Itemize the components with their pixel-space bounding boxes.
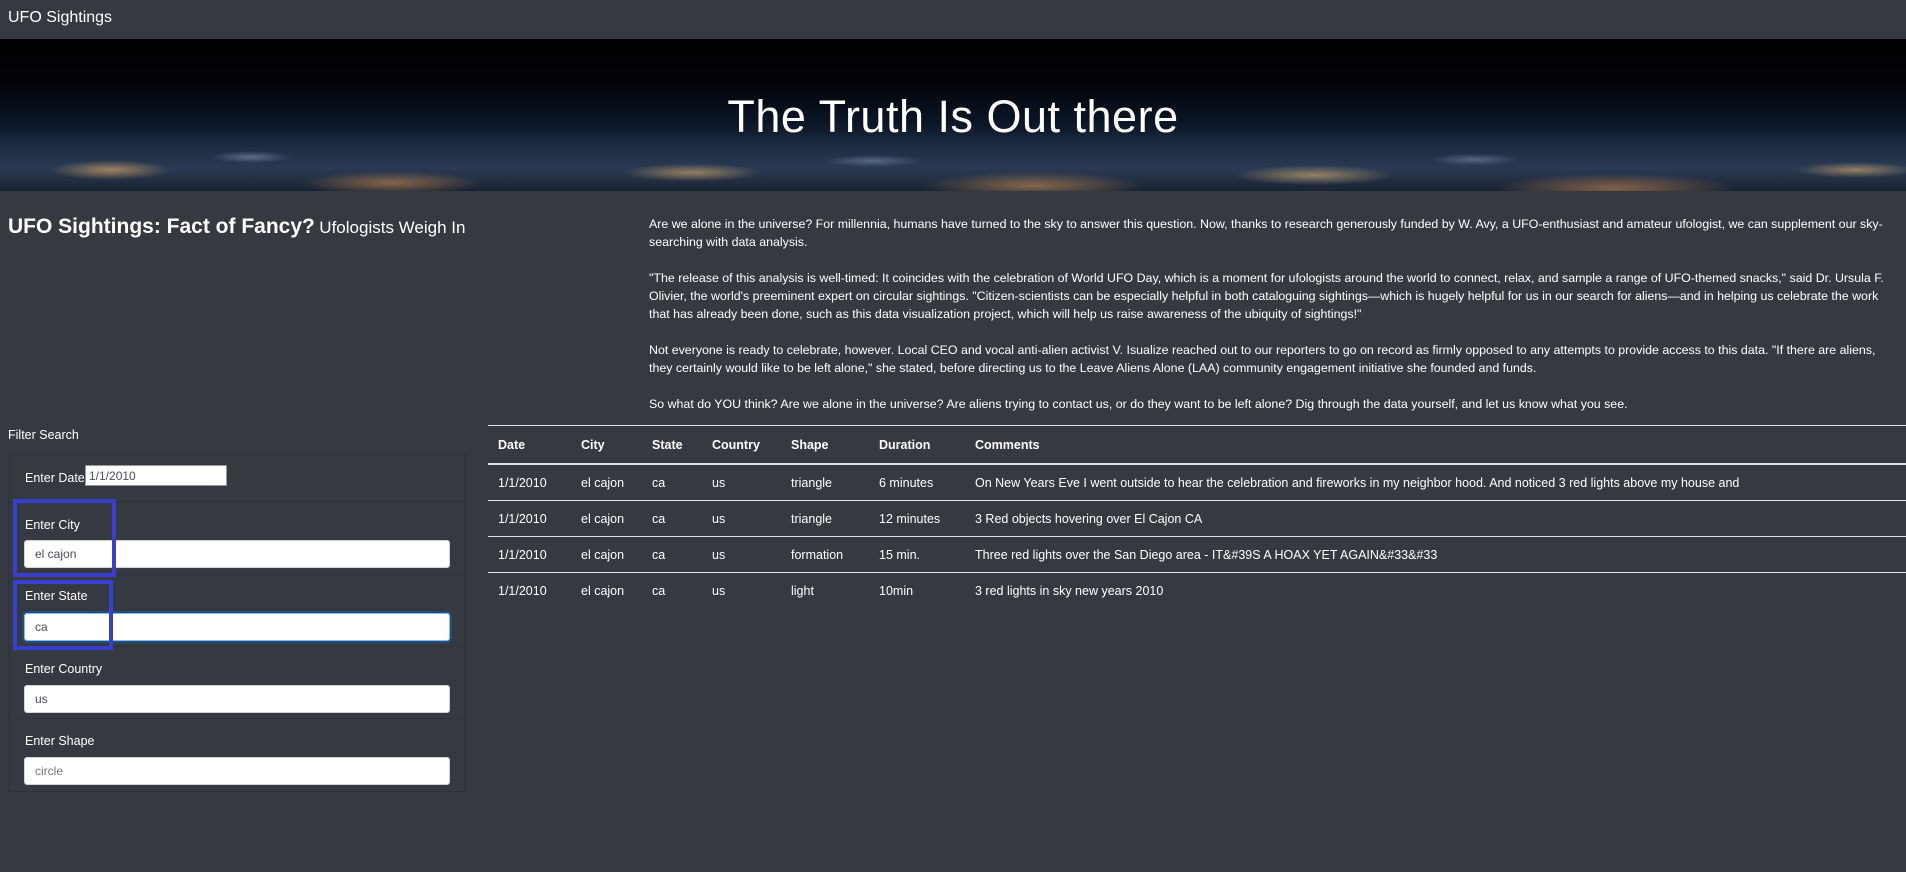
cell-country: us xyxy=(702,536,781,573)
cell-country: us xyxy=(702,500,781,537)
hero-banner: The Truth Is Out there xyxy=(0,39,1906,191)
cell-state: ca xyxy=(642,572,702,608)
article-paragraph: Not everyone is ready to celebrate, howe… xyxy=(649,343,1876,375)
article-paragraph: Are we alone in the universe? For millen… xyxy=(649,217,1883,249)
cell-date: 1/1/2010 xyxy=(498,475,547,490)
article-paragraph: So what do YOU think? Are we alone in th… xyxy=(649,397,1628,411)
cell-comments: On New Years Eve I went outside to hear … xyxy=(975,475,1740,490)
table-row: 1/1/2010 el cajon ca us formation 15 min… xyxy=(488,536,1906,573)
cell-shape: formation xyxy=(781,536,869,573)
cell-country: us xyxy=(702,572,781,608)
date-input[interactable] xyxy=(85,465,227,486)
hero-title: The Truth Is Out there xyxy=(727,91,1179,142)
filter-item-country: Enter Country xyxy=(9,646,465,719)
cell-shape: triangle xyxy=(791,475,832,490)
navbar: UFO Sightings xyxy=(0,0,1906,40)
article-paragraph: "The release of this analysis is well-ti… xyxy=(649,271,1884,321)
navbar-brand-link[interactable]: UFO Sightings xyxy=(8,9,112,27)
table-row: 1/1/2010 el cajon ca us triangle 12 minu… xyxy=(488,500,1906,537)
table-row: 1/1/2010 el cajon ca us light 10min 3 re… xyxy=(488,572,1906,608)
table-row: 1/1/2010 el cajon ca us triangle 6 minut… xyxy=(488,464,1906,501)
cell-date: 1/1/2010 xyxy=(488,536,571,573)
cell-city: el cajon xyxy=(581,475,625,490)
cell-duration: 10min xyxy=(869,572,965,608)
cell-city: el cajon xyxy=(571,572,642,608)
cell-state: ca xyxy=(642,500,702,537)
filter-item-shape: Enter Shape xyxy=(9,718,465,792)
article-title: UFO Sightings: Fact of Fancy? xyxy=(8,215,315,238)
article-body: Are we alone in the universe? For millen… xyxy=(649,215,1901,431)
cell-duration: 6 minutes xyxy=(879,475,934,490)
column-header-duration: Duration xyxy=(869,425,965,465)
date-label: Enter Date xyxy=(25,471,85,485)
column-header-state: State xyxy=(642,425,702,465)
article-subtitle: Ufologists Weigh In xyxy=(319,218,466,237)
cell-shape: light xyxy=(781,572,869,608)
cell-date: 1/1/2010 xyxy=(488,500,571,537)
cell-country: us xyxy=(712,475,726,490)
ufo-sightings-table: Date City State Country Shape Duration C… xyxy=(488,425,1906,608)
cell-city: el cajon xyxy=(571,536,642,573)
filter-search-title: Filter Search xyxy=(8,428,79,442)
cell-shape: triangle xyxy=(781,500,869,537)
country-input[interactable] xyxy=(24,685,450,713)
table-header-row: Date City State Country Shape Duration C… xyxy=(488,425,1906,465)
cell-date: 1/1/2010 xyxy=(488,572,571,608)
cell-state: ca xyxy=(642,536,702,573)
column-header-country: Country xyxy=(702,425,781,465)
country-label: Enter Country xyxy=(25,662,103,676)
filter-item-date: Enter Date xyxy=(9,455,465,501)
cell-duration: 12 minutes xyxy=(869,500,965,537)
shape-label: Enter Shape xyxy=(25,734,95,748)
state-highlight-box xyxy=(13,580,113,650)
city-highlight-box xyxy=(13,499,116,577)
column-header-comments: Comments xyxy=(965,425,1906,465)
column-header-city: City xyxy=(571,425,642,465)
article-heading: UFO Sightings: Fact of Fancy? Ufologists… xyxy=(8,215,478,239)
shape-input[interactable] xyxy=(24,757,450,785)
cell-comments: 3 Red objects hovering over El Cajon CA xyxy=(965,500,1906,537)
cell-comments: 3 red lights in sky new years 2010 xyxy=(965,572,1906,608)
column-header-shape: Shape xyxy=(781,425,869,465)
cell-duration: 15 min. xyxy=(869,536,965,573)
cell-city: el cajon xyxy=(571,500,642,537)
column-header-date: Date xyxy=(488,425,571,465)
cell-state: ca xyxy=(652,475,666,490)
cell-comments: Three red lights over the San Diego area… xyxy=(965,536,1906,573)
